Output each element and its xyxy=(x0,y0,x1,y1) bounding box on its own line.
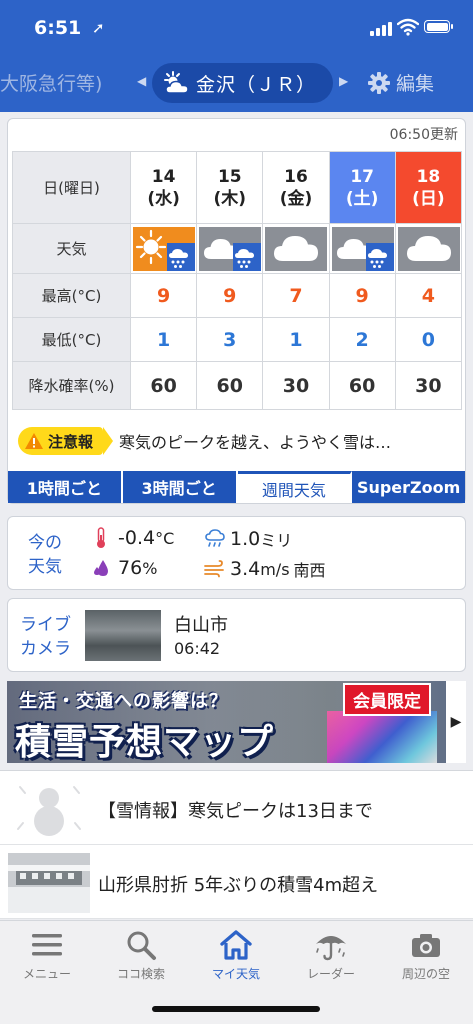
day-date-cell-sunday: 18 (日) xyxy=(394,151,463,224)
camera-icon xyxy=(412,934,440,957)
camera-time: 06:42 xyxy=(174,639,221,658)
snow-photo-thumbnail xyxy=(8,853,90,913)
nav-nearby-sky[interactable]: 周辺の空 xyxy=(379,929,473,982)
cloud-icon xyxy=(265,226,328,271)
day-date-cell: 16 (金) xyxy=(262,151,330,224)
current-location-name: 金沢（ＪＲ） xyxy=(196,73,317,96)
live-camera-label: ライブ カメラ xyxy=(20,615,71,659)
next-location-arrow-icon[interactable]: ▶ xyxy=(339,74,348,88)
status-bar: 6:51 ➚ xyxy=(0,0,473,56)
row-header-precip: 降水確率(%) xyxy=(12,361,131,410)
row-header-high: 最高(°C) xyxy=(12,273,131,318)
prev-location-arrow-icon[interactable]: ◀ xyxy=(137,74,146,88)
umbrella-icon xyxy=(316,936,346,961)
high-temp: 9 xyxy=(196,273,264,318)
precip-prob: 60 xyxy=(129,361,198,410)
camera-thumbnail[interactable] xyxy=(85,610,161,661)
members-only-badge: 会員限定 xyxy=(343,683,431,716)
humidity-icon xyxy=(94,560,108,576)
news-title: 山形県肘折 5年ぶりの積雪4m超え xyxy=(98,875,379,896)
updated-time: 06:50更新 xyxy=(389,127,458,143)
home-indicator[interactable] xyxy=(152,1006,320,1012)
sun-cloud-icon xyxy=(164,71,189,94)
weekly-forecast-card: 06:50更新 日(曜日) 14 (水) 15 (木) 16 (金) 17 (土) 18… xyxy=(7,118,466,504)
high-temp: 7 xyxy=(262,273,330,318)
home-icon xyxy=(220,930,252,960)
cloud-snow-icon xyxy=(331,226,394,271)
banner-title: 積雪予想マップ xyxy=(15,722,275,763)
row-header-low: 最低(°C) xyxy=(12,317,131,362)
banner-subtitle: 生活・交通への影響は？ xyxy=(19,691,228,712)
nav-my-weather[interactable]: マイ天気 xyxy=(189,929,283,982)
low-temp: 2 xyxy=(328,317,396,362)
tab-weekly[interactable]: 週間天気 xyxy=(237,471,353,503)
status-time: 6:51 xyxy=(34,17,82,39)
sun-snow-icon xyxy=(133,226,195,271)
high-temp: 9 xyxy=(129,273,198,318)
alert-badge: 注意報 xyxy=(18,427,114,455)
edit-button[interactable]: 編集 xyxy=(368,69,434,96)
humidity-reading: 76% xyxy=(94,557,157,579)
snow-forecast-banner[interactable]: 生活・交通への影響は？ 積雪予想マップ 会員限定 ▶ xyxy=(7,681,466,763)
tab-superzoom[interactable]: SuperZoom xyxy=(352,471,465,503)
news-item[interactable]: 【雪情報】寒気ピークは13日まで xyxy=(0,771,473,845)
nav-radar[interactable]: レーダー xyxy=(284,929,378,982)
search-icon xyxy=(127,931,156,960)
precip-reading: 1.0 ミリ xyxy=(204,527,292,551)
gear-icon xyxy=(368,71,390,94)
cellular-signal-icon xyxy=(370,22,392,36)
current-location-selector[interactable]: 金沢（ＪＲ） xyxy=(152,63,333,103)
low-temp: 3 xyxy=(196,317,264,362)
day-date-cell-saturday: 17 (土) xyxy=(328,151,396,224)
battery-icon xyxy=(424,20,453,33)
wifi-icon xyxy=(397,18,419,36)
current-weather-card[interactable]: 今の 天気 -0.4 °C 76% 1.0 ミリ 3.4 m/s 南西 xyxy=(7,516,466,590)
snowman-icon xyxy=(8,779,90,839)
weather-alert[interactable]: 注意報 寒気のピークを越え、ようやく雪は… xyxy=(18,424,458,458)
news-list: 【雪情報】寒気ピークは13日まで 山形県肘折 5年ぶりの積雪4m超え xyxy=(0,770,473,919)
thermometer-icon xyxy=(97,527,105,548)
high-temp: 4 xyxy=(394,273,463,318)
alert-label: 注意報 xyxy=(48,432,94,451)
alert-text: 寒気のピークを越え、ようやく雪は… xyxy=(119,433,392,452)
nav-menu[interactable]: メニュー xyxy=(0,929,94,982)
row-header-date: 日(曜日) xyxy=(12,151,131,224)
rain-cloud-icon xyxy=(205,529,225,547)
precip-prob: 60 xyxy=(328,361,396,410)
menu-icon xyxy=(32,934,62,956)
precip-prob: 30 xyxy=(394,361,463,410)
precip-prob: 60 xyxy=(196,361,264,410)
current-weather-label: 今の 天気 xyxy=(28,533,62,577)
low-temp: 1 xyxy=(129,317,198,362)
high-temp: 9 xyxy=(328,273,396,318)
forecast-tabs: 1時間ごと 3時間ごと 週間天気 SuperZoom xyxy=(8,471,465,503)
precip-prob: 30 xyxy=(262,361,330,410)
row-header-weather: 天気 xyxy=(12,223,131,274)
wind-icon xyxy=(204,560,224,578)
location-arrow-icon: ➚ xyxy=(92,19,105,37)
temperature-reading: -0.4 °C xyxy=(94,527,174,549)
warning-icon xyxy=(25,433,43,449)
news-title: 【雪情報】寒気ピークは13日まで xyxy=(98,801,373,822)
day-date-cell: 15 (木) xyxy=(196,151,264,224)
location-nav: 大阪急行等) ◀ 金沢（ＪＲ） ▶ 編集 xyxy=(0,56,473,110)
tab-hourly[interactable]: 1時間ごと xyxy=(8,471,123,503)
day-date-cell: 14 (水) xyxy=(129,151,198,224)
camera-place: 白山市 xyxy=(174,615,228,636)
tab-3-hourly[interactable]: 3時間ごと xyxy=(122,471,238,503)
cloud-icon xyxy=(397,226,460,271)
banner-next-arrow-icon[interactable]: ▶ xyxy=(446,681,466,763)
app-header: 6:51 ➚ 大阪急行等) ◀ 金沢（ＪＲ） ▶ 編集 xyxy=(0,0,473,112)
low-temp: 1 xyxy=(262,317,330,362)
wind-reading: 3.4 m/s 南西 xyxy=(204,557,326,581)
edit-label: 編集 xyxy=(396,73,435,95)
news-item[interactable]: 山形県肘折 5年ぶりの積雪4m超え xyxy=(0,845,473,919)
low-temp: 0 xyxy=(394,317,463,362)
prev-location-link[interactable]: 大阪急行等) xyxy=(0,69,102,96)
weekly-forecast-table: 日(曜日) 14 (水) 15 (木) 16 (金) 17 (土) 18 (日) 天気 xyxy=(12,151,463,410)
cloud-snow-icon xyxy=(199,226,262,271)
nav-search[interactable]: ココ検索 xyxy=(94,929,188,982)
live-camera-card[interactable]: ライブ カメラ 白山市 06:42 xyxy=(7,598,466,672)
